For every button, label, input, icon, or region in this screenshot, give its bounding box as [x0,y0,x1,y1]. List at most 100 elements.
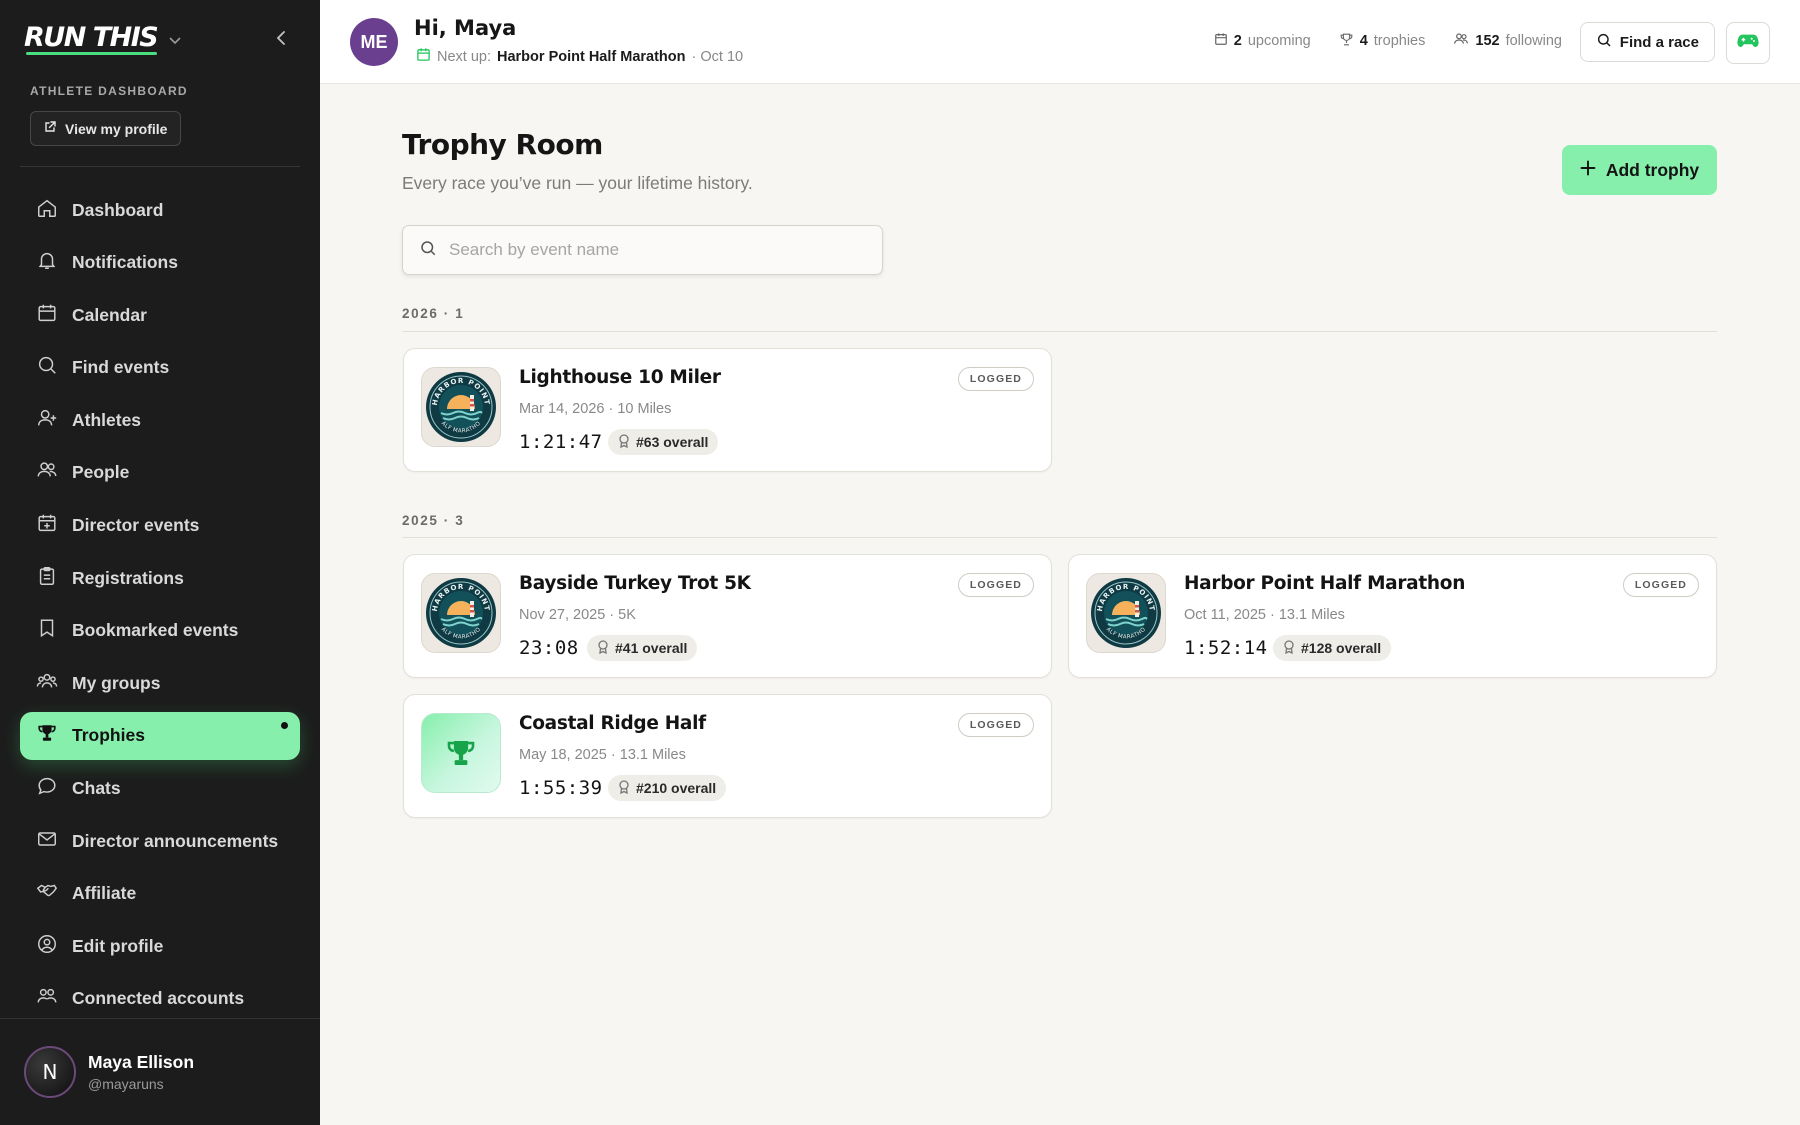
trophy-card[interactable]: HARBOR POINTHALF MARATHON Bayside Turkey… [403,554,1052,678]
user-plus-icon [36,407,58,434]
trophy-meta: May 18, 2025 · 13.1 Miles [519,747,686,763]
sidebar-item-edit-profile[interactable]: Edit profile [20,922,300,970]
search-input[interactable] [449,240,849,260]
status-badge: LOGGED [1622,573,1699,597]
sidebar-item-label: Find events [72,357,170,378]
trophy-finish-time: 1:21:47 [519,431,603,453]
sidebar-item-director-events[interactable]: Director events [20,502,300,550]
next-up-event: Harbor Point Half Marathon [497,48,686,65]
sidebar-item-director-announcements[interactable]: Director announcements [20,817,300,865]
trophy-icon [36,722,58,749]
next-up[interactable]: Next up: Harbor Point Half Marathon · Oc… [416,47,743,66]
sidebar-item-people[interactable]: People [20,449,300,497]
sidebar-item-calendar[interactable]: Calendar [20,291,300,339]
current-user[interactable]: N Maya Ellison @mayaruns [24,1046,194,1098]
stat-following[interactable]: 152 following [1453,31,1562,51]
user-circle-icon [36,933,58,960]
sidebar-item-label: Connected accounts [72,988,245,1009]
chat-icon [36,775,58,802]
rank-text: #210 overall [636,780,717,796]
search-box [402,225,883,275]
avatar[interactable]: ME [350,18,398,66]
sidebar-item-chats[interactable]: Chats [20,765,300,813]
sidebar-item-notifications[interactable]: Notifications [20,239,300,287]
next-up-label: Next up: [437,48,491,65]
rank-text: #41 overall [615,640,688,656]
stat-value: 152 [1475,33,1500,49]
active-indicator-dot [281,721,288,729]
users-link-icon [36,985,58,1012]
status-badge: LOGGED [957,573,1034,597]
sidebar-item-connected-accounts[interactable]: Connected accounts [20,975,300,1023]
rank-badge: #128 overall [1273,635,1392,661]
collapse-sidebar-icon[interactable] [272,28,292,48]
sidebar-item-label: Chats [72,778,121,799]
trophy-title: Coastal Ridge Half [519,713,706,734]
calendar-icon [1214,32,1228,50]
trophy-card[interactable]: HARBOR POINTHALF MARATHON Lighthouse 10 … [403,348,1052,472]
medal-icon [1283,639,1295,657]
clipboard-icon [36,565,58,592]
brand-logo: RUN THIS [24,22,159,55]
calendar-icon [36,302,58,329]
divider [0,1018,320,1019]
medal-icon [618,779,630,797]
stat-value: 4 [1359,33,1368,49]
next-up-date: · Oct 10 [691,48,744,65]
trophy-meta: Nov 27, 2025 · 5K [519,607,636,623]
stat-upcoming[interactable]: 2 upcoming [1214,31,1311,51]
bookmark-icon [36,617,58,644]
sidebar-item-athletes[interactable]: Athletes [20,396,300,444]
year-group-label: 2025 · 3 [402,513,465,528]
game-controller-icon [1737,32,1759,55]
trophy-finish-time: 23:08 [519,637,579,659]
trophy-title: Lighthouse 10 Miler [519,367,721,388]
sidebar-item-registrations[interactable]: Registrations [20,554,300,602]
mail-icon [36,828,58,855]
stat-label: trophies [1373,33,1426,49]
sidebar-item-label: People [72,462,130,483]
divider [402,537,1717,538]
sidebar-item-find-events[interactable]: Find events [20,344,300,392]
avatar: N [24,1046,76,1098]
game-controller-button[interactable] [1726,22,1770,64]
external-link-icon [43,120,57,137]
status-badge: LOGGED [957,713,1034,737]
trophy-title: Harbor Point Half Marathon [1184,573,1466,594]
trophy-finish-time: 1:52:14 [1184,637,1268,659]
search-icon [36,354,58,381]
sidebar-item-dashboard[interactable]: Dashboard [20,186,300,234]
sidebar-item-label: Registrations [72,567,184,588]
rank-badge: #63 overall [608,429,719,455]
sidebar-item-affiliate[interactable]: Affiliate [20,870,300,918]
sidebar-item-label: Trophies [72,725,145,746]
sidebar-nav: Dashboard Notifications Calendar Find ev… [20,186,300,1028]
trophy-meta: Mar 14, 2026 · 10 Miles [519,401,672,417]
sidebar-item-label: Athletes [72,409,142,430]
view-profile-button[interactable]: View my profile [30,111,182,146]
sidebar-item-my-groups[interactable]: My groups [20,659,300,707]
find-race-button[interactable]: Find a race [1579,22,1715,62]
stat-label: upcoming [1247,33,1311,49]
rank-badge: #41 overall [587,635,698,661]
rank-badge: #210 overall [608,775,727,801]
trophy-title: Bayside Turkey Trot 5K [519,573,751,594]
sidebar-item-label: My groups [72,672,161,693]
add-trophy-button[interactable]: Add trophy [1562,145,1717,195]
sidebar-item-trophies[interactable]: Trophies [20,711,300,760]
sidebar-item-bookmarked-events[interactable]: Bookmarked events [20,607,300,655]
trophy-finish-time: 1:55:39 [519,777,603,799]
brand-switcher[interactable]: RUN THIS [24,22,181,55]
trophy-card[interactable]: Coastal Ridge Half May 18, 2025 · 13.1 M… [403,694,1052,818]
sidebar-item-label: Notifications [72,252,178,273]
divider [20,166,300,167]
trophy-icon [1339,32,1354,51]
search-icon [1596,32,1612,52]
handshake-icon [36,880,58,907]
medal-icon [597,639,609,657]
stat-trophies[interactable]: 4 trophies [1339,31,1426,51]
calendar-icon [416,47,431,66]
trophy-card[interactable]: HARBOR POINTHALF MARATHON Harbor Point H… [1068,554,1717,678]
find-race-label: Find a race [1619,33,1699,51]
user-handle: @mayaruns [88,1076,164,1092]
